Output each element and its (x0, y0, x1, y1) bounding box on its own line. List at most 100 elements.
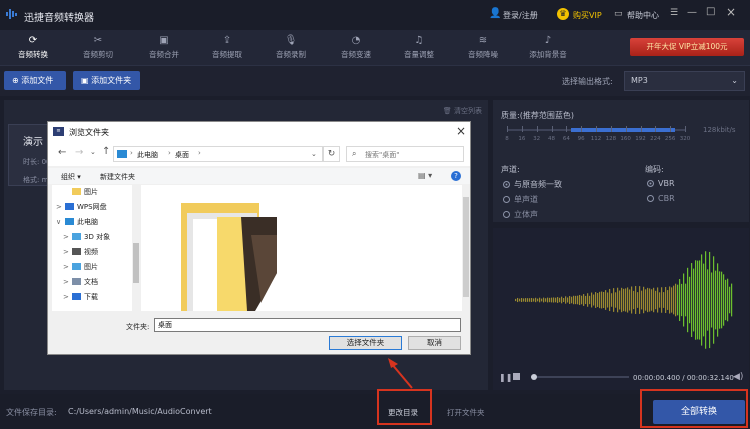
help-icon[interactable]: ? (451, 171, 461, 181)
tree-item[interactable]: 图片 (63, 187, 98, 197)
scrollbar-thumb[interactable] (133, 243, 139, 283)
search-icon: ⌕ (352, 149, 357, 158)
maximize-icon[interactable]: □ (706, 6, 715, 17)
waveform-bar (609, 288, 611, 312)
waveform-bar (701, 254, 703, 346)
chevron-icon[interactable]: > (63, 233, 72, 241)
clear-list-button[interactable]: 🗑 清空列表 (443, 106, 482, 116)
encoding-option-cbr[interactable]: CBR (647, 194, 675, 203)
folder-content-area (141, 185, 470, 311)
chevron-icon[interactable]: > (63, 278, 72, 286)
chevron-icon[interactable]: > (56, 203, 65, 211)
content-scrollbar[interactable] (462, 185, 470, 311)
refresh-icon[interactable]: ↻ (323, 146, 340, 162)
quality-tick-mark (610, 126, 612, 132)
waveform-bar (713, 256, 715, 344)
waveform-bar (695, 260, 697, 340)
add-file-button[interactable]: ⊕ 添加文件 (4, 71, 66, 90)
add-folder-button[interactable]: ▣ 添加文件夹 (73, 71, 140, 90)
volume-icon: ♫ (414, 35, 424, 46)
close-icon[interactable]: × (726, 5, 736, 19)
up-arrow-icon[interactable]: ↑ (102, 146, 110, 157)
help-link[interactable]: 帮助中心 (627, 10, 659, 21)
chevron-icon[interactable]: ∨ (56, 218, 65, 226)
tree-item[interactable]: > 视频 (63, 247, 98, 257)
channel-option-stereo[interactable]: 立体声 (503, 209, 538, 220)
waveform-bar (529, 298, 531, 302)
waveform-bar (629, 289, 631, 311)
chevron-icon[interactable]: > (63, 248, 72, 256)
tab-audio-record[interactable]: 🎙 音频录制 (261, 30, 321, 66)
waveform-bar (533, 298, 535, 302)
seek-handle[interactable] (531, 374, 537, 380)
folder-name-input[interactable]: 桌面 (154, 318, 461, 332)
breadcrumb-desktop[interactable]: 桌面 (175, 150, 189, 160)
navigation-tree: 图片 > WPS网盘 ∨ 此电脑 >3D 对象 > 视频 > 图片 > 文档 > 下载 (52, 185, 140, 311)
tab-volume-adjust[interactable]: ♫ 音量调整 (389, 30, 449, 66)
buy-vip-link[interactable]: 购买VIP (573, 10, 602, 21)
organize-button[interactable]: 组织 ▾ (61, 172, 81, 182)
radio-checked-icon (647, 180, 654, 187)
menu-icon[interactable]: ☰ (670, 8, 678, 18)
cancel-button[interactable]: 取消 (408, 336, 461, 350)
tree-item[interactable]: > 下载 (63, 292, 98, 302)
forward-arrow-icon[interactable]: → (75, 147, 83, 158)
back-arrow-icon[interactable]: ← (58, 147, 66, 158)
login-link[interactable]: 登录/注册 (503, 10, 538, 21)
audio-preview-panel: ❚❚ 00:00:00.400 / 00:00:32.140 ◀) (493, 228, 749, 390)
waveform-bar (675, 283, 677, 317)
tab-audio-cut[interactable]: ✂ 音频剪切 (68, 30, 128, 66)
radio-icon (647, 195, 654, 202)
tab-noise-reduce[interactable]: ≋ 音频降噪 (453, 30, 513, 66)
waveform-bar (717, 263, 719, 337)
quality-tick: 64 (562, 136, 570, 142)
quality-tick: 192 (635, 136, 646, 142)
channel-option-mono[interactable]: 单声道 (503, 194, 538, 205)
tab-add-background[interactable]: ♪ 添加背景音 (518, 30, 578, 66)
chevron-icon[interactable]: > (63, 263, 72, 271)
tab-audio-speed[interactable]: ◔ 音频变速 (326, 30, 386, 66)
tree-item[interactable]: > WPS网盘 (56, 202, 107, 212)
chevron-down-icon[interactable]: ⌄ (90, 148, 96, 156)
waveform-bar (641, 290, 643, 310)
waveform-bar (621, 287, 623, 313)
tab-audio-extract[interactable]: ⇪ 音频提取 (197, 30, 257, 66)
address-bar[interactable]: › 此电脑 › 桌面 › ⌄ (113, 146, 323, 162)
encoding-option-vbr[interactable]: VBR (647, 179, 675, 188)
dialog-titlebar: ≡ 浏览文件夹 × (48, 122, 470, 142)
app-window: 迅捷音频转换器 👤 登录/注册 ♛ 购买VIP ▭ 帮助中心 ☰ — □ × ⟳… (0, 0, 750, 429)
chevron-down-icon[interactable]: ⌄ (311, 150, 317, 158)
seek-bar[interactable] (531, 376, 629, 378)
waveform-bar (579, 294, 581, 306)
tree-item[interactable]: ∨ 此电脑 (56, 217, 98, 227)
waveform-bar (725, 279, 727, 321)
tab-audio-merge[interactable]: ▣ 音频合并 (134, 30, 194, 66)
close-icon[interactable]: × (456, 124, 466, 138)
promo-banner[interactable]: 开年大促 VIP立减100元 (630, 38, 744, 56)
open-folder-button[interactable]: 打开文件夹 (447, 407, 485, 418)
tab-audio-convert[interactable]: ⟳ 音频转换 (3, 30, 63, 66)
view-options-icon[interactable]: ▤ ▾ (418, 171, 432, 180)
format-select[interactable]: MP3 ⌄ (624, 71, 745, 91)
tree-item[interactable]: > 图片 (63, 262, 98, 272)
pause-icon[interactable]: ❚❚ (499, 373, 512, 382)
new-folder-button[interactable]: 新建文件夹 (100, 172, 135, 182)
tree-scrollbar[interactable] (132, 185, 140, 311)
tree-item[interactable]: > 文档 (63, 277, 98, 287)
folder-icon[interactable] (181, 203, 281, 311)
tree-item[interactable]: >3D 对象 (63, 232, 110, 242)
chevron-icon[interactable]: > (63, 293, 72, 301)
breadcrumb-this-pc[interactable]: 此电脑 (137, 150, 158, 160)
channel-option-original[interactable]: 与原音频一致 (503, 179, 562, 190)
waveform-bar (683, 273, 685, 327)
volume-icon[interactable]: ◀) (733, 372, 743, 382)
search-input[interactable]: ⌕ 搜索"桌面" (346, 146, 464, 162)
select-folder-button[interactable]: 选择文件夹 (329, 336, 402, 350)
quality-tick-mark (596, 126, 597, 132)
scrollbar-thumb[interactable] (463, 197, 469, 297)
waveform-bar (711, 272, 713, 328)
dialog-command-bar: 组织 ▾ 新建文件夹 ▤ ▾ ? (48, 168, 470, 184)
minimize-icon[interactable]: — (687, 7, 697, 18)
waveform-bar (581, 295, 583, 305)
stop-icon[interactable] (513, 373, 520, 380)
